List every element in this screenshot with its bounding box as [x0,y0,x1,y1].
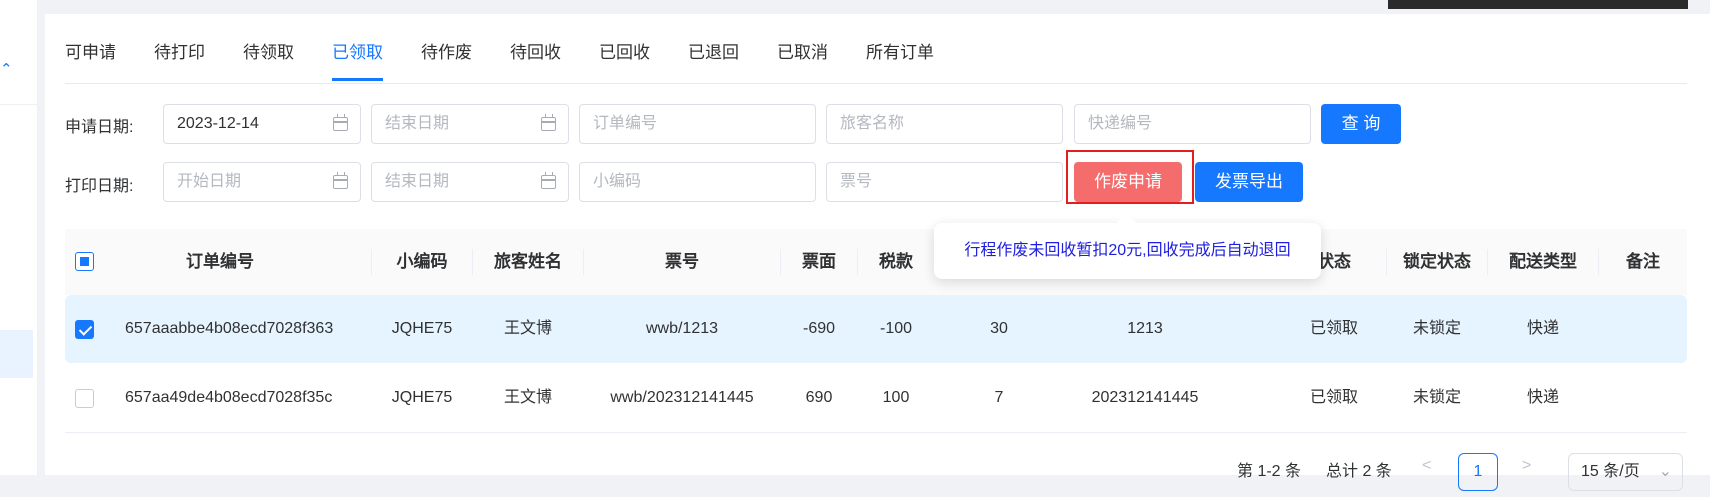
cell-col8: 202312141445 [1091,389,1199,406]
next-page-icon[interactable]: > [1522,457,1531,497]
apply-date-start-value: 2023-12-14 [177,115,259,132]
chevron-up-icon[interactable]: ⌃ [0,62,13,77]
sidebar-divider [0,104,38,105]
th-order-no: 订单编号 [186,252,254,271]
print-date-start-placeholder: 开始日期 [177,173,242,190]
print-date-end-placeholder: 结束日期 [385,173,450,190]
cell-small-code: JQHE75 [391,389,453,406]
apply-date-end-placeholder: 结束日期 [385,115,450,132]
cell-delivery-type: 快递 [1526,389,1559,406]
cell-status: 已领取 [1309,320,1358,337]
cell-small-code: JQHE75 [391,320,453,337]
tab-applicable[interactable]: 可申请 [65,40,116,84]
tab-recycled[interactable]: 已回收 [599,40,650,84]
th-lock-status: 锁定状态 [1403,252,1471,271]
invoice-export-button[interactable]: 发票导出 [1195,162,1303,202]
calendar-icon [541,114,556,131]
cell-order-no: 657aaabbe4b08ecd7028f363 [125,320,334,337]
tab-to-recycle[interactable]: 待回收 [510,40,561,84]
cell-ticket-no: wwb/202312141445 [610,389,754,406]
calendar-icon [333,114,348,131]
cell-passenger: 王文博 [503,389,552,406]
cell-tax: 100 [882,389,910,406]
table-header: 订单编号 小编码 旅客姓名 票号 票面 税款 状态 锁定状态 配送类型 备注 [65,229,1687,295]
tabs-divider [65,83,1687,84]
apply-date-label: 申请日期: [65,119,134,136]
page-1-button[interactable]: 1 [1458,453,1498,491]
pager-range: 第 1-2 条 [1237,463,1302,480]
tab-returned[interactable]: 已退回 [688,40,739,84]
calendar-icon [541,172,556,189]
table-row[interactable]: 657aa49de4b08ecd7028f35c JQHE75 王文博 wwb/… [65,364,1687,432]
tab-to-void[interactable]: 待作废 [421,40,472,84]
table-bottom-divider [65,432,1687,433]
cell-col8: 1213 [1127,320,1163,337]
cell-lock-status: 未锁定 [1412,389,1461,406]
sidebar-active-item[interactable] [0,330,33,378]
pager-total: 总计 2 条 [1326,463,1392,480]
passenger-name-input[interactable]: 旅客名称 [826,104,1063,144]
cell-delivery-type: 快递 [1526,320,1559,337]
cell-ticket-no: wwb/1213 [645,320,719,337]
print-date-start-input[interactable]: 开始日期 [163,162,361,202]
cell-face-value: 690 [805,389,833,406]
row-checkbox[interactable] [75,320,94,339]
table-row[interactable]: 657aaabbe4b08ecd7028f363 JQHE75 王文博 wwb/… [65,295,1687,363]
tab-to-print[interactable]: 待打印 [154,40,205,84]
status-tabs: 可申请 待打印 待领取 已领取 待作废 待回收 已回收 已退回 已取消 所有订单 [65,40,972,84]
th-remark: 备注 [1626,252,1660,271]
chevron-down-icon: ⌄ [1658,463,1672,480]
query-button[interactable]: 查 询 [1321,104,1401,144]
th-tax: 税款 [879,252,913,271]
small-code-input[interactable]: 小编码 [579,162,816,202]
page-size-value: 15 条/页 [1581,463,1640,480]
order-no-input[interactable]: 订单编号 [579,104,816,144]
calendar-icon [333,172,348,189]
select-all-checkbox[interactable] [75,252,94,271]
print-date-end-input[interactable]: 结束日期 [371,162,569,202]
cell-status: 已领取 [1309,389,1358,406]
th-face-value: 票面 [802,252,836,271]
cell-order-no: 657aa49de4b08ecd7028f35c [125,389,333,406]
apply-date-start-input[interactable]: 2023-12-14 [163,104,361,144]
tab-to-collect[interactable]: 待领取 [243,40,294,84]
prev-page-icon[interactable]: < [1422,457,1431,497]
tab-all-orders[interactable]: 所有订单 [866,40,934,84]
row-checkbox[interactable] [75,389,94,408]
th-small-code: 小编码 [396,252,448,271]
th-delivery-type: 配送类型 [1509,252,1577,271]
cell-face-value: -690 [802,320,836,337]
apply-date-end-input[interactable]: 结束日期 [371,104,569,144]
express-no-input[interactable]: 快递编号 [1074,104,1311,144]
print-date-label: 打印日期: [65,178,134,195]
cell-remark [1599,295,1687,363]
page-size-select[interactable]: 15 条/页 ⌄ [1568,453,1683,491]
th-ticket-no: 票号 [665,252,699,271]
cell-remark [1599,364,1687,432]
th-passenger: 旅客姓名 [494,252,562,271]
cell-tax: -100 [879,320,913,337]
cell-passenger: 王文博 [503,320,552,337]
cell-lock-status: 未锁定 [1412,320,1461,337]
tab-collected[interactable]: 已领取 [332,40,383,84]
ticket-no-input[interactable]: 票号 [826,162,1063,202]
cell-col7: 30 [990,320,1008,337]
void-tooltip: 行程作废未回收暂扣20元,回收完成后自动退回 [934,223,1321,279]
header-dark-strip [1388,0,1688,9]
tab-cancelled[interactable]: 已取消 [777,40,828,84]
sidebar: ⌃ [0,0,38,475]
cell-col7: 7 [994,389,1004,406]
void-apply-button[interactable]: 作废申请 [1074,162,1182,202]
